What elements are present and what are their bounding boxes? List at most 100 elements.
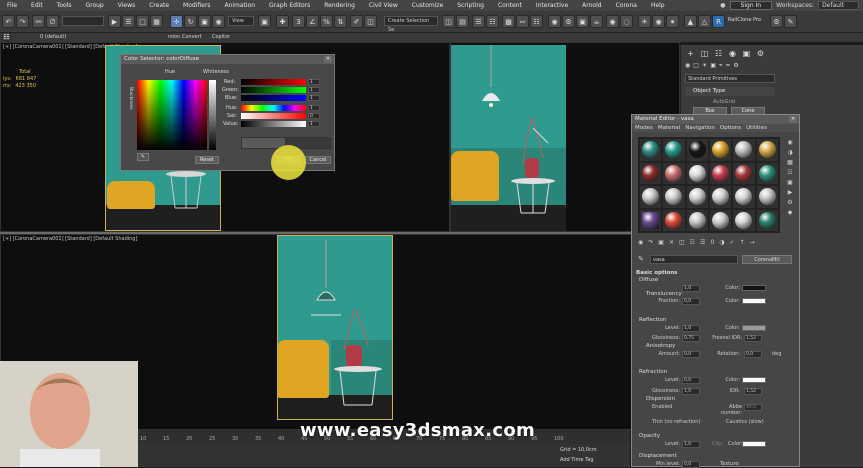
edit-named-sel-icon[interactable]: ✐ xyxy=(350,15,363,28)
sample-slot[interactable] xyxy=(663,186,685,208)
anisotropy-rotation[interactable]: 0,0 xyxy=(744,351,762,358)
menu-group[interactable]: Group xyxy=(78,2,110,9)
link-icon[interactable]: ⚯ xyxy=(32,15,45,28)
layer-icon[interactable]: ☷ xyxy=(2,33,11,41)
sign-in-button[interactable]: Sign In xyxy=(729,1,773,10)
go-to-parent-icon[interactable]: ↑ xyxy=(740,239,745,249)
material-editor-title-bar[interactable]: Material Editor - vasa ✕ xyxy=(632,115,799,124)
viewport-label[interactable]: [+] [CoronaCamera001] [Standard] [Defaul… xyxy=(3,236,137,242)
unlink-icon[interactable]: ∅ xyxy=(46,15,59,28)
rotate-icon[interactable]: ↻ xyxy=(184,15,197,28)
scene-explorer-icon[interactable]: ☰ xyxy=(472,15,485,28)
translucency-color-swatch[interactable] xyxy=(742,298,766,304)
value-value[interactable]: 1 xyxy=(308,121,320,127)
background-icon[interactable]: ▦ xyxy=(787,159,793,166)
sample-slot[interactable] xyxy=(640,139,662,161)
move-icon[interactable]: ✛ xyxy=(170,15,183,28)
view-dropdown[interactable]: View xyxy=(228,16,254,26)
modify-tab-icon[interactable]: ◫ xyxy=(699,48,710,59)
render-setup-icon[interactable]: ⚙ xyxy=(562,15,575,28)
close-icon[interactable]: ✕ xyxy=(324,56,332,63)
sample-slot[interactable] xyxy=(663,162,685,184)
make-preview-icon[interactable]: ▶ xyxy=(788,189,793,196)
menu-navigation[interactable]: Navigation xyxy=(685,124,715,132)
close-icon[interactable]: ✕ xyxy=(789,116,797,123)
sample-slot[interactable] xyxy=(733,186,755,208)
menu-interactive[interactable]: Interactive xyxy=(529,2,575,9)
translucency-fraction[interactable]: 0,0 xyxy=(682,298,700,305)
menu-arnold[interactable]: Arnold xyxy=(575,2,608,9)
blue-value[interactable]: 1 xyxy=(308,95,320,101)
corona-cam-icon[interactable]: ◉ xyxy=(652,15,665,28)
lights-icon[interactable]: ☀ xyxy=(702,62,707,71)
reflection-color-swatch[interactable] xyxy=(742,325,766,331)
user-icon[interactable]: ● xyxy=(720,2,725,9)
display-tab-icon[interactable]: ▣ xyxy=(741,48,752,59)
sample-slot[interactable] xyxy=(686,139,708,161)
sample-slot[interactable] xyxy=(686,186,708,208)
pivot-icon[interactable]: ▣ xyxy=(258,15,271,28)
undo-icon[interactable]: ↶ xyxy=(2,15,15,28)
material-type-button[interactable]: CoronaMtl xyxy=(742,255,792,264)
hierarchy-tab-icon[interactable]: ☷ xyxy=(713,48,724,59)
geometry-icon[interactable]: ◉ xyxy=(685,62,690,71)
diffuse-level[interactable]: 1,0 xyxy=(682,285,700,292)
hue-slider[interactable] xyxy=(241,105,306,111)
cancel-button[interactable]: Cancel xyxy=(305,156,331,164)
material-id-icon[interactable]: 0 xyxy=(710,239,714,249)
menu-options[interactable]: Options xyxy=(720,124,741,132)
opacity-color-swatch[interactable] xyxy=(742,441,766,447)
sample-slot[interactable] xyxy=(733,162,755,184)
menu-edit[interactable]: Edit xyxy=(24,2,50,9)
select-by-material-icon[interactable]: ◆ xyxy=(788,209,793,216)
snap-icon[interactable]: 3 xyxy=(292,15,305,28)
refraction-color-swatch[interactable] xyxy=(742,377,766,383)
reflection-level[interactable]: 1,0 xyxy=(682,325,700,332)
spacewarps-icon[interactable]: ≈ xyxy=(725,62,730,71)
uv-tiling-icon[interactable]: ☷ xyxy=(787,169,792,176)
menu-civil-view[interactable]: Civil View xyxy=(362,2,405,9)
menu-material[interactable]: Material xyxy=(658,124,680,132)
refraction-level[interactable]: 0,0 xyxy=(682,377,700,384)
refraction-glossiness[interactable]: 1,0 xyxy=(682,388,700,395)
scale-icon[interactable]: ▣ xyxy=(198,15,211,28)
redo-icon[interactable]: ↷ xyxy=(16,15,29,28)
menu-rendering[interactable]: Rendering xyxy=(317,2,362,9)
sample-slot[interactable] xyxy=(640,186,662,208)
menu-corona[interactable]: Corona xyxy=(609,2,644,9)
mirror-icon[interactable]: ◫ xyxy=(364,15,377,28)
basic-options-rollout[interactable]: Basic options xyxy=(636,270,677,276)
sample-slot[interactable] xyxy=(733,139,755,161)
select-name-icon[interactable]: ☰ xyxy=(122,15,135,28)
sample-slot[interactable] xyxy=(686,209,708,231)
corona-light-icon[interactable]: ☀ xyxy=(638,15,651,28)
category-dropdown[interactable]: Standard Primitives xyxy=(685,74,775,83)
menu-tools[interactable]: Tools xyxy=(50,2,79,9)
shapes-icon[interactable]: □ xyxy=(693,62,699,71)
menu-scripting[interactable]: Scripting xyxy=(450,2,491,9)
cameras-icon[interactable]: ▣ xyxy=(710,62,716,71)
menu-views[interactable]: Views xyxy=(111,2,142,9)
eyedropper-icon[interactable]: ✎ xyxy=(137,153,149,161)
utilities-tab-icon[interactable]: ⚙ xyxy=(755,48,766,59)
layer-name[interactable]: 0 (default) xyxy=(40,34,66,40)
sample-slot[interactable] xyxy=(733,209,755,231)
mirror-tool-icon[interactable]: ◫ xyxy=(442,15,455,28)
angle-snap-icon[interactable]: ∠ xyxy=(306,15,319,28)
layer-explorer-icon[interactable]: ☷ xyxy=(486,15,499,28)
red-value[interactable]: 1 xyxy=(308,79,320,85)
sample-slot[interactable] xyxy=(710,162,732,184)
sample-slot[interactable] xyxy=(710,139,732,161)
menu-create[interactable]: Create xyxy=(142,2,176,9)
thin-checkbox[interactable]: Thin (no refraction) xyxy=(652,419,700,425)
helpers-icon[interactable]: ⌖ xyxy=(719,62,722,71)
percent-snap-icon[interactable]: % xyxy=(320,15,333,28)
value-slider[interactable] xyxy=(241,121,306,127)
sample-slot[interactable] xyxy=(710,186,732,208)
material-name-field[interactable]: vasa xyxy=(650,255,738,264)
ribbon-icon[interactable]: ▩ xyxy=(502,15,515,28)
menu-animation[interactable]: Animation xyxy=(217,2,262,9)
corona-vfb-icon[interactable]: ◌ xyxy=(620,15,633,28)
render-icon[interactable]: ☕ xyxy=(590,15,603,28)
reset-map-icon[interactable]: ✕ xyxy=(669,239,674,249)
